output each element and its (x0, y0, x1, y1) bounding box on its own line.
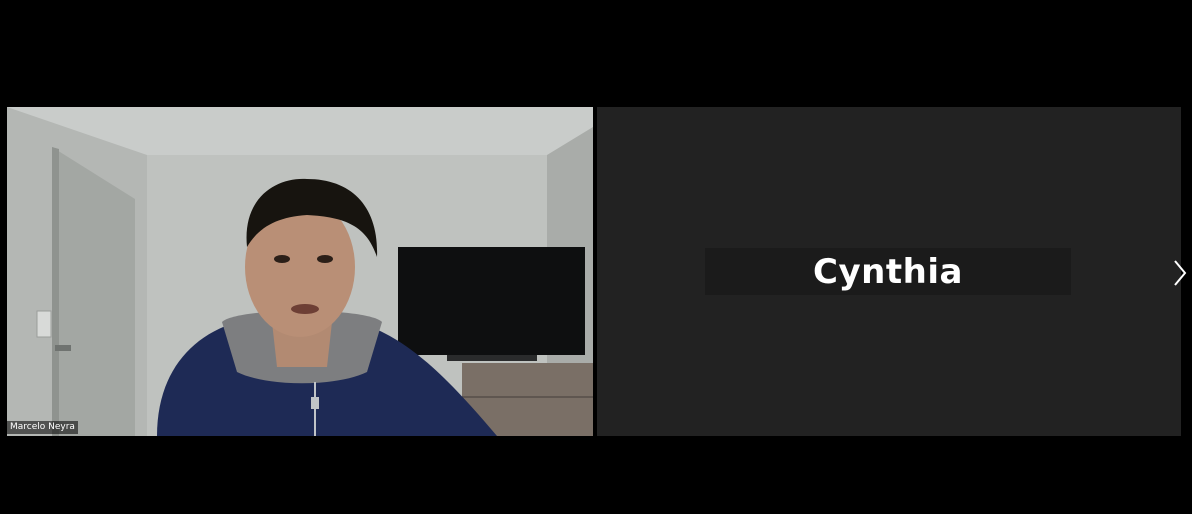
participant-name-label: Marcelo Neyra (7, 421, 78, 434)
participant-name-display: Cynthia (705, 248, 1071, 295)
next-page-button[interactable] (1170, 258, 1190, 288)
participant-video-tile[interactable]: Marcelo Neyra (7, 107, 593, 436)
chevron-right-icon (1174, 260, 1187, 286)
camera-feed (7, 107, 593, 436)
participant-avatar-tile[interactable]: Cynthia (597, 107, 1181, 436)
gallery-view: Marcelo Neyra Cynthia (0, 0, 1192, 514)
